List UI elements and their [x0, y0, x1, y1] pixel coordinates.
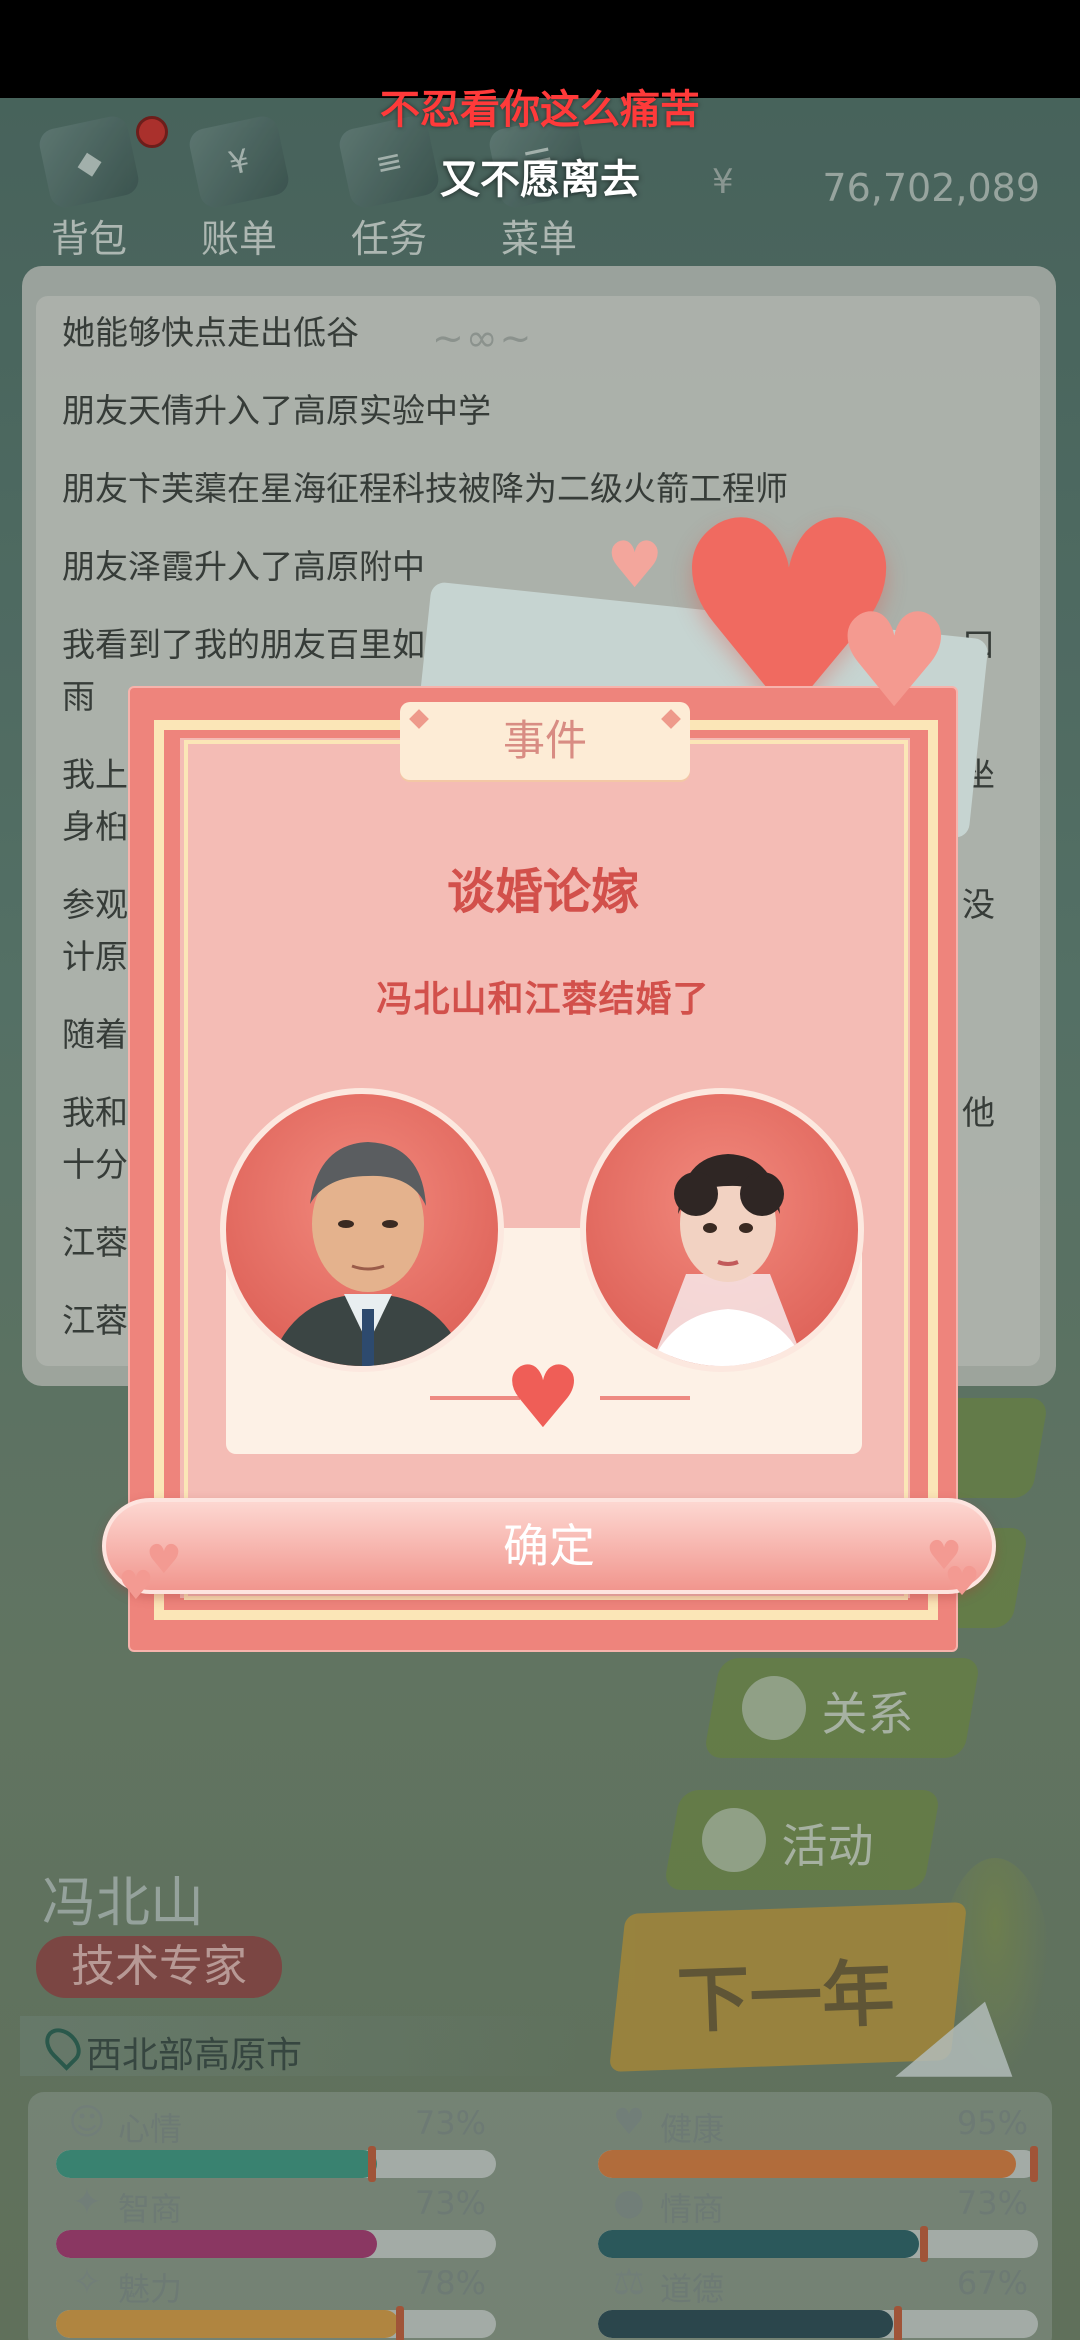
man-avatar-icon — [269, 1142, 467, 1366]
event-title: 谈婚论嫁 — [446, 864, 639, 920]
center-heart-icon: ♥ — [504, 1348, 582, 1448]
tiny-heart-icon: ♥ — [606, 529, 664, 603]
event-description: 冯北山和江蓉结婚了 — [376, 979, 710, 1020]
confirm-button[interactable]: 确定 ♥ ♥ ♥ ♥ — [102, 1498, 996, 1609]
husband-portrait — [220, 1088, 504, 1372]
woman-avatar-icon — [650, 1154, 806, 1366]
confirm-label: 确定 — [503, 1519, 595, 1573]
subtitle-line-2: 又不愿离去 — [440, 157, 640, 203]
subtitle-line-1: 不忍看你这么痛苦 — [380, 87, 700, 133]
small-heart-icon: ♥ — [836, 585, 953, 737]
heart-decoration-icon: ♥ — [944, 1559, 980, 1605]
heart-decoration-icon: ♥ — [118, 1563, 154, 1609]
wife-portrait — [580, 1088, 864, 1372]
event-tab: 事件 — [400, 702, 690, 780]
event-modal: 事件 谈婚论嫁 冯北山和江蓉结婚了 ♥ 确定 ♥ ♥ ♥ ♥ — [102, 686, 996, 1652]
